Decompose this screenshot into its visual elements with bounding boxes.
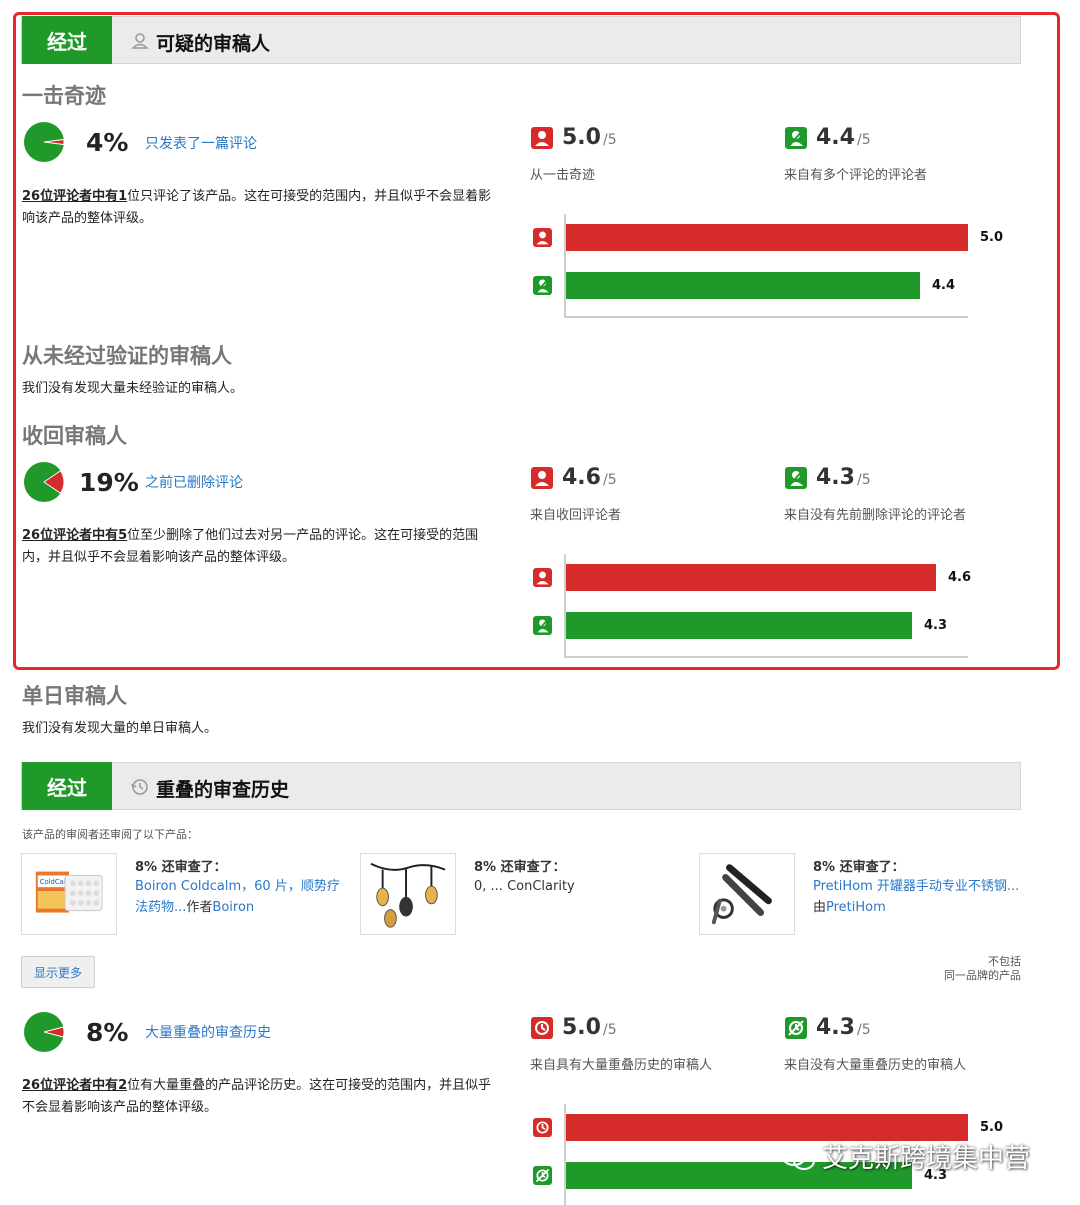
show-more-button[interactable]: 显示更多 — [21, 956, 95, 988]
section-title: 可疑的审稿人 — [156, 33, 271, 55]
chart-axis-x — [564, 316, 968, 318]
score-denominator: /5 — [857, 472, 871, 488]
reviewer-crossed-green-icon — [533, 276, 552, 295]
watermark: 艾克斯跨境集中营 — [780, 1138, 1030, 1175]
score-denominator: /5 — [603, 132, 617, 148]
one-hit-score-b: 4.4 — [816, 125, 855, 150]
overlap-score-b-caption: 来自没有大量重叠历史的审稿人 — [784, 1058, 967, 1073]
overlap-score-b: 4.3 — [816, 1015, 855, 1040]
reviewer-red-icon — [533, 568, 552, 587]
single-day-title: 单日审稿人 — [22, 684, 127, 708]
pass-badge: 经过 — [22, 16, 112, 64]
score-denominator: /5 — [603, 472, 617, 488]
one-hit-percent: 4% — [86, 128, 129, 157]
product-1-link[interactable]: Boiron Coldcalm，60 片，顺势疗法药物...作者Boiron — [135, 876, 340, 918]
product-2-head: 8% 还审查了： — [474, 860, 566, 875]
overlap-link[interactable]: 大量重叠的审查历史 — [145, 1022, 271, 1042]
string-lights-thumb[interactable] — [360, 853, 456, 935]
reviewer-red-icon — [531, 127, 553, 149]
pass-badge: 经过 — [22, 762, 112, 810]
one-hit-bar-b-label: 4.4 — [932, 278, 956, 293]
reviewer-crossed-green-icon — [785, 127, 807, 149]
reviewer-crossed-green-icon — [533, 616, 552, 635]
user-silhouette-icon — [131, 33, 149, 49]
takeback-bar-b — [566, 612, 912, 639]
product-1-head: 8% 还审查了： — [135, 860, 227, 875]
section-suspicious-reviewers-header[interactable]: 经过 可疑的审稿人 — [21, 16, 1021, 64]
takeback-percent: 19% — [79, 468, 139, 497]
score-denominator: /5 — [857, 1022, 871, 1038]
overlap-percent: 8% — [86, 1018, 129, 1047]
one-hit-bar-a — [566, 224, 968, 251]
can-opener-thumb[interactable] — [699, 853, 795, 935]
product-3-head: 8% 还审查了： — [813, 860, 905, 875]
one-hit-title: 一击奇迹 — [22, 84, 106, 108]
wechat-icon — [781, 1143, 815, 1170]
overlap-score-a-caption: 来自具有大量重叠历史的审稿人 — [530, 1058, 713, 1073]
one-hit-bar-b — [566, 272, 920, 299]
chart-axis-x — [564, 656, 968, 658]
one-hit-description: 26位评论者中有1位只评论了该产品。这在可接受的范围内，并且似乎不会显着影响该产… — [22, 189, 492, 226]
product-3-link[interactable]: PretiHom 开罐器手动专业不锈钢... 由PretiHom — [813, 876, 1028, 918]
takeback-score-b-caption: 来自没有先前删除评论的评论者 — [784, 508, 967, 523]
takeback-description: 26位评论者中有5位至少删除了他们过去对另一产品的评论。这在可接受的范围内，并且… — [22, 528, 479, 565]
single-day-description: 我们没有发现大量的单日审稿人。 — [22, 721, 218, 736]
score-denominator: /5 — [603, 1022, 617, 1038]
one-hit-link[interactable]: 只发表了一篇评论 — [145, 133, 257, 153]
unverified-title: 从未经过验证的审稿人 — [22, 344, 232, 368]
reviewer-red-icon — [531, 467, 553, 489]
score-denominator: /5 — [857, 132, 871, 148]
one-hit-score-a: 5.0 — [562, 125, 601, 150]
takeback-score-b: 4.3 — [816, 465, 855, 490]
exclude-same-brand-note: 不包括 同一品牌的产品 — [944, 955, 1021, 982]
history-red-icon — [533, 1118, 552, 1137]
takeback-bar-b-label: 4.3 — [924, 618, 948, 633]
reviewer-red-icon — [533, 228, 552, 247]
one-hit-score-a-caption: 从一击奇迹 — [530, 168, 596, 183]
one-hit-bar-a-label: 5.0 — [980, 230, 1004, 245]
section-overlapping-history-header[interactable]: 经过 重叠的审查历史 — [21, 762, 1021, 810]
section-title: 重叠的审查历史 — [156, 779, 290, 801]
overlap-bar-a-label: 5.0 — [980, 1120, 1004, 1135]
coldcalm-box-thumb[interactable]: ColdCalm — [21, 853, 117, 935]
overlap-score-a: 5.0 — [562, 1015, 601, 1040]
reviewer-crossed-green-icon — [785, 467, 807, 489]
takeback-score-a-caption: 来自收回评论者 — [530, 508, 622, 523]
takeback-bar-a — [566, 564, 936, 591]
overlap-bar-a — [566, 1114, 968, 1141]
takeback-pie-chart — [24, 462, 65, 502]
overlap-description: 26位评论者中有2位有大量重叠的产品评论历史。这在可接受的范围内，并且似乎不会显… — [22, 1078, 492, 1115]
takeback-link[interactable]: 之前已删除评论 — [145, 472, 243, 492]
one-hit-score-b-caption: 来自有多个评论的评论者 — [784, 168, 928, 183]
unverified-description: 我们没有发现大量未经验证的审稿人。 — [22, 381, 244, 396]
history-crossed-green-icon — [785, 1017, 807, 1039]
takeback-title: 收回审稿人 — [22, 424, 127, 448]
history-crossed-green-icon — [533, 1166, 552, 1185]
overlap-pie-chart — [24, 1012, 65, 1052]
history-red-icon — [531, 1017, 553, 1039]
history-icon — [131, 779, 148, 795]
takeback-bar-a-label: 4.6 — [948, 570, 972, 585]
one-hit-pie-chart — [24, 122, 65, 162]
product-2-link[interactable]: 0, ... ConClarity — [474, 876, 674, 897]
also-reviewed-intro: 该产品的审阅者还审阅了以下产品： — [22, 828, 198, 841]
takeback-score-a: 4.6 — [562, 465, 601, 490]
